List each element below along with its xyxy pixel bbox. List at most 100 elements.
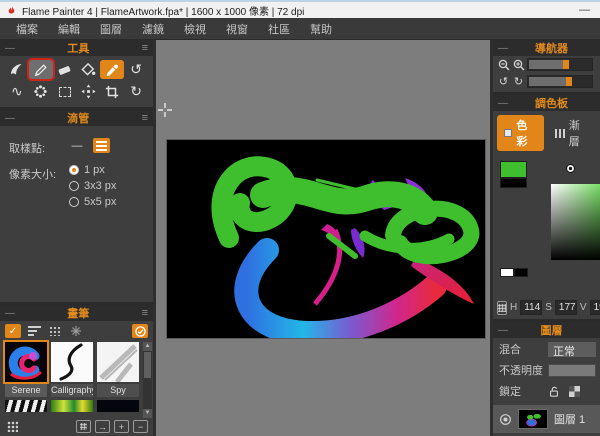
saturation-value[interactable]: 177	[555, 300, 577, 315]
particle-tool[interactable]	[29, 82, 53, 101]
minimize-button[interactable]: —	[575, 4, 594, 16]
brush-item-partial-2[interactable]	[51, 400, 93, 412]
collapse-icon[interactable]: —	[498, 98, 508, 109]
sv-indicator[interactable]	[566, 164, 575, 173]
menu-window[interactable]: 視窗	[216, 18, 258, 40]
tab-label: 色彩	[516, 117, 536, 149]
brush-thumb-size-button[interactable]	[76, 420, 91, 433]
pencil-tool[interactable]	[29, 60, 53, 79]
sample-layers-button[interactable]	[93, 138, 110, 153]
secondary-color-swatch[interactable]	[500, 178, 527, 188]
foreground-color-swatch[interactable]	[500, 161, 527, 178]
rotate-slider[interactable]	[527, 75, 593, 88]
navigator-panel: — 導航器 ↺ ↻	[493, 40, 600, 92]
brush-particle-filter-button[interactable]	[68, 324, 84, 338]
brush-list-view-button[interactable]	[26, 324, 42, 338]
menu-view[interactable]: 檢視	[174, 18, 216, 40]
brush-item-calligraphy[interactable]: Calligraphy	[51, 342, 93, 397]
blend-label: 混合	[499, 341, 543, 357]
zoom-slider[interactable]	[527, 58, 593, 71]
zoom-slider-handle[interactable]	[563, 60, 569, 69]
flame-brush-tool[interactable]	[5, 60, 29, 79]
lock-label: 鎖定	[499, 383, 543, 399]
pixel-size-1px-radio[interactable]: 1 px	[69, 164, 116, 176]
brush-item-partial-3[interactable]	[97, 400, 139, 412]
menu-file[interactable]: 檔案	[6, 18, 48, 40]
title-bar: Flame Painter 4 | FlameArtwork.fpa* | 16…	[0, 0, 600, 18]
sample-single-button[interactable]: —	[69, 138, 85, 153]
rotate-ccw-icon[interactable]: ↺	[497, 75, 510, 88]
grid-icon	[7, 421, 18, 432]
artwork-canvas[interactable]	[167, 140, 485, 338]
zoom-out-icon[interactable]	[497, 58, 510, 71]
brush-scrollbar[interactable]: ▲ ▼	[143, 342, 152, 418]
layer-row-1[interactable]: 圖層 1	[493, 405, 600, 433]
black-swatch[interactable]	[514, 268, 528, 277]
canvas-viewport[interactable]	[153, 40, 490, 436]
panel-menu-icon[interactable]: ≡	[142, 112, 148, 124]
blend-mode-select[interactable]: 正常	[548, 342, 596, 357]
rotate-cw-icon[interactable]: ↻	[512, 75, 525, 88]
eyedropper-tool[interactable]	[100, 60, 124, 79]
brush-add-button[interactable]: +	[114, 420, 129, 433]
menu-help[interactable]: 幫助	[300, 18, 342, 40]
brush-bottom-toolbar: → + −	[0, 418, 153, 436]
brush-item-spy[interactable]: Spy	[97, 342, 139, 397]
lock-transparency-icon[interactable]	[569, 386, 580, 397]
menu-filter[interactable]: 濾鏡	[132, 18, 174, 40]
scroll-thumb[interactable]	[144, 352, 151, 378]
crop-tool[interactable]	[100, 82, 124, 101]
eraser-tool[interactable]	[53, 60, 77, 79]
brush-export-button[interactable]: →	[95, 420, 110, 433]
collapse-icon[interactable]: —	[498, 325, 508, 336]
brush-toolbar: ✓	[0, 321, 153, 340]
pixel-size-3x3-radio[interactable]: 3x3 px	[69, 180, 116, 192]
smooth-stroke-tool[interactable]: ∿	[5, 82, 29, 101]
brush-filter-check-button[interactable]: ✓	[5, 324, 21, 338]
palette-tabs: 色彩 漸層	[493, 111, 600, 154]
white-swatch[interactable]	[500, 268, 514, 277]
lock-icon[interactable]	[548, 385, 560, 398]
collapse-icon[interactable]: —	[5, 43, 15, 54]
menu-community[interactable]: 社區	[258, 18, 300, 40]
list-icon	[28, 326, 41, 336]
brush-recent-button[interactable]	[132, 324, 148, 338]
radio-dot-icon	[69, 197, 79, 207]
undo-button[interactable]: ↺	[124, 60, 148, 79]
brush-remove-button[interactable]: −	[133, 420, 148, 433]
grid-icon	[498, 304, 506, 312]
brush-grid-view-button[interactable]	[47, 324, 63, 338]
redo-button[interactable]: ↻	[124, 82, 148, 101]
brush-item-partial-1[interactable]	[5, 400, 47, 412]
brush-thumbnail	[51, 342, 93, 382]
hue-value[interactable]: 114	[520, 300, 542, 315]
sample-point-label: 取樣點:	[9, 138, 61, 156]
opacity-slider[interactable]	[548, 364, 596, 377]
collapse-icon[interactable]: —	[498, 43, 508, 54]
visibility-eye-icon[interactable]	[499, 413, 512, 426]
brush-name: Spy	[97, 384, 139, 397]
saturation-value-square[interactable]	[551, 184, 600, 260]
tab-gradient[interactable]: 漸層	[548, 115, 596, 151]
pixel-size-5x5-radio[interactable]: 5x5 px	[69, 196, 116, 208]
scroll-down-icon[interactable]: ▼	[143, 409, 152, 418]
rotate-slider-handle[interactable]	[566, 77, 572, 86]
tab-color[interactable]: 色彩	[497, 115, 544, 151]
grid-icon	[80, 423, 87, 430]
value-label: V	[580, 302, 587, 313]
collapse-icon[interactable]: —	[5, 113, 15, 124]
numeric-input-toggle-button[interactable]	[497, 301, 507, 315]
zoom-in-icon[interactable]	[512, 58, 525, 71]
menu-layer[interactable]: 圖層	[90, 18, 132, 40]
rect-select-tool[interactable]	[53, 82, 77, 101]
transform-tool[interactable]	[77, 82, 101, 101]
panel-menu-icon[interactable]: ≡	[142, 307, 148, 319]
value-value[interactable]: 197	[590, 300, 600, 315]
fill-tool[interactable]	[77, 60, 101, 79]
scroll-up-icon[interactable]: ▲	[143, 342, 152, 351]
menu-edit[interactable]: 編輯	[48, 18, 90, 40]
collapse-icon[interactable]: —	[5, 308, 15, 319]
panel-menu-icon[interactable]: ≡	[142, 42, 148, 54]
brush-item-serene[interactable]: Serene	[5, 342, 47, 397]
brush-size-grid-button[interactable]	[5, 420, 20, 433]
